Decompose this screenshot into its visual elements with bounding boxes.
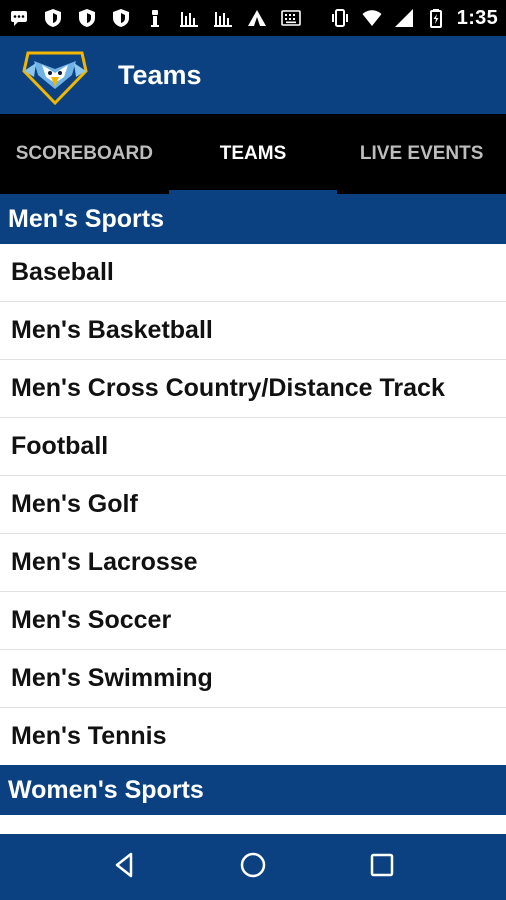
- shield-icon: [110, 7, 132, 29]
- status-bar: 1:35: [0, 0, 506, 36]
- wifi-icon: [361, 7, 383, 29]
- tent-icon: [246, 7, 268, 29]
- home-button[interactable]: [223, 837, 283, 897]
- section-header-womens-sports: Women's Sports: [0, 765, 506, 815]
- list-item-mens-soccer[interactable]: Men's Soccer: [0, 592, 506, 650]
- status-time: 1:35: [456, 6, 498, 29]
- system-nav-bar: [0, 834, 506, 900]
- list-item-mens-cross-country[interactable]: Men's Cross Country/Distance Track: [0, 360, 506, 418]
- eagle-logo[interactable]: [20, 43, 90, 107]
- section-header-mens-sports: Men's Sports: [0, 194, 506, 244]
- notification-icons: [8, 7, 302, 29]
- figure-icon: [144, 7, 166, 29]
- list-item-baseball[interactable]: Baseball: [0, 244, 506, 302]
- battery-icon: [425, 7, 447, 29]
- vibrate-icon: [329, 7, 351, 29]
- list-item-mens-tennis[interactable]: Men's Tennis: [0, 708, 506, 766]
- recents-button[interactable]: [352, 837, 412, 897]
- back-icon: [109, 850, 139, 885]
- bar-chart-icon: [178, 7, 200, 29]
- home-icon: [238, 850, 268, 885]
- shield-icon: [42, 7, 64, 29]
- list-item-mens-lacrosse[interactable]: Men's Lacrosse: [0, 534, 506, 592]
- page-title: Teams: [118, 59, 202, 90]
- list-item-football[interactable]: Football: [0, 418, 506, 476]
- app-bar: Teams: [0, 36, 506, 114]
- signal-icon: [393, 7, 415, 29]
- system-icons: 1:35: [329, 7, 498, 30]
- tab-live-events[interactable]: LIVE EVENTS: [337, 114, 506, 194]
- keyboard-icon: [280, 7, 302, 29]
- recents-icon: [367, 850, 397, 885]
- list-item-mens-swimming[interactable]: Men's Swimming: [0, 650, 506, 708]
- bar-chart-icon: [212, 7, 234, 29]
- tab-teams[interactable]: TEAMS: [168, 114, 338, 194]
- chat-icon: [8, 7, 30, 29]
- shield-icon: [76, 7, 98, 29]
- list-item-mens-basketball[interactable]: Men's Basketball: [0, 302, 506, 360]
- teams-list: Men's Sports Baseball Men's Basketball M…: [0, 194, 506, 766]
- tab-scoreboard[interactable]: SCOREBOARD: [0, 114, 169, 194]
- list-item-mens-golf[interactable]: Men's Golf: [0, 476, 506, 534]
- tab-bar: SCOREBOARD TEAMS LIVE EVENTS: [0, 114, 506, 194]
- back-button[interactable]: [94, 837, 154, 897]
